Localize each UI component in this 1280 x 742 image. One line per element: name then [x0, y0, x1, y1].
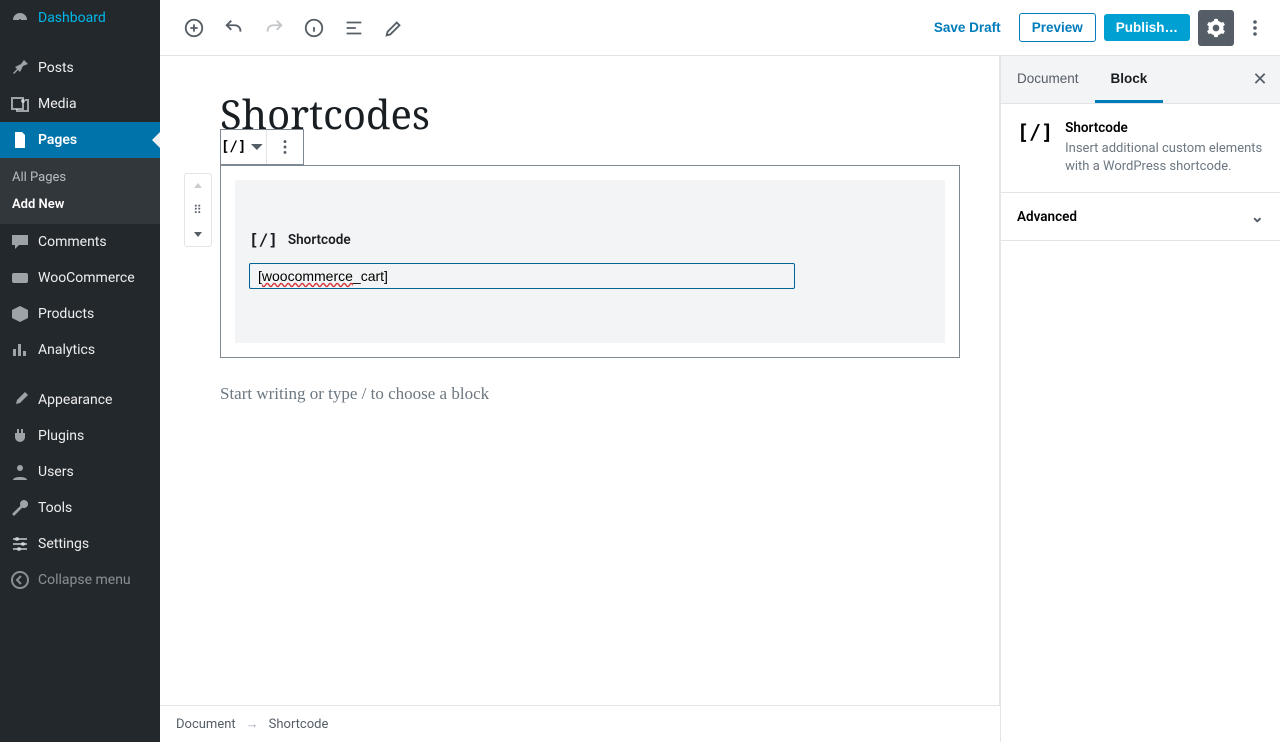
block-card-title: Shortcode — [1065, 120, 1264, 136]
sidebar-item-label: WooCommerce — [38, 270, 135, 286]
sidebar-item-appearance[interactable]: Appearance — [0, 382, 160, 418]
outline-button[interactable] — [336, 10, 372, 46]
sidebar-item-settings[interactable]: Settings — [0, 526, 160, 562]
sidebar-item-tools[interactable]: Tools — [0, 490, 160, 526]
sidebar-item-label: Comments — [38, 234, 107, 250]
sidebar-item-woocommerce[interactable]: WooCommerce — [0, 260, 160, 296]
sidebar-item-label: Appearance — [38, 392, 112, 408]
sidebar-item-plugins[interactable]: Plugins — [0, 418, 160, 454]
tab-block[interactable]: Block — [1095, 56, 1164, 103]
editor-topbar: Save Draft Preview Publish… — [160, 0, 1280, 56]
dashboard-icon — [10, 8, 30, 28]
wrench-icon — [10, 498, 30, 518]
block-card: [/] Shortcode Insert additional custom e… — [1001, 104, 1280, 193]
block-mover: ⠿ — [184, 173, 212, 247]
sidebar-item-pages[interactable]: Pages — [0, 122, 160, 158]
editor-canvas[interactable]: Shortcodes ⠿ [/] — [160, 56, 1000, 705]
more-menu-button[interactable] — [1242, 10, 1268, 46]
sidebar-item-posts[interactable]: Posts — [0, 50, 160, 86]
sidebar-item-label: Pages — [38, 132, 77, 148]
sidebar-item-label: Plugins — [38, 428, 84, 444]
chevron-down-icon: ⌄ — [1251, 207, 1264, 226]
settings-toggle-button[interactable] — [1198, 10, 1234, 46]
submenu-all-pages[interactable]: All Pages — [0, 164, 160, 191]
collapse-icon — [10, 570, 30, 590]
settings-inspector: Document Block ✕ [/] Shortcode Insert ad… — [1000, 56, 1280, 742]
admin-sidebar: Dashboard Posts Media Pages All Pages Ad… — [0, 0, 160, 742]
chevron-right-icon: → — [246, 716, 259, 732]
brush-icon — [10, 390, 30, 410]
shortcode-block[interactable]: [/] Shortcode [woocommerce_cart] — [220, 165, 960, 358]
media-icon — [10, 94, 30, 114]
info-button[interactable] — [296, 10, 332, 46]
move-down-button[interactable] — [185, 222, 211, 246]
preview-button[interactable]: Preview — [1019, 13, 1096, 42]
sidebar-item-label: Posts — [38, 60, 74, 76]
breadcrumb-leaf[interactable]: Shortcode — [269, 717, 329, 732]
user-icon — [10, 462, 30, 482]
woocommerce-icon — [10, 268, 30, 288]
submenu-add-new[interactable]: Add New — [0, 191, 160, 218]
close-inspector-button[interactable]: ✕ — [1240, 56, 1280, 103]
breadcrumb-root[interactable]: Document — [176, 717, 236, 732]
analytics-icon — [10, 340, 30, 360]
block-toolbar: [/] — [220, 129, 304, 165]
sidebar-item-users[interactable]: Users — [0, 454, 160, 490]
advanced-panel-toggle[interactable]: Advanced ⌄ — [1001, 193, 1280, 241]
sidebar-collapse[interactable]: Collapse menu — [0, 562, 160, 598]
save-draft-button[interactable]: Save Draft — [924, 14, 1011, 41]
sidebar-item-dashboard[interactable]: Dashboard — [0, 0, 160, 36]
plug-icon — [10, 426, 30, 446]
shortcode-icon: [/] — [249, 230, 278, 249]
sidebar-item-label: Tools — [38, 500, 72, 516]
shortcode-input[interactable]: [woocommerce_cart] — [249, 263, 795, 289]
block-more-button[interactable] — [267, 130, 303, 164]
sidebar-item-label: Settings — [38, 536, 89, 552]
comments-icon — [10, 232, 30, 252]
redo-button[interactable] — [256, 10, 292, 46]
sidebar-item-comments[interactable]: Comments — [0, 224, 160, 260]
sidebar-item-products[interactable]: Products — [0, 296, 160, 332]
sidebar-item-media[interactable]: Media — [0, 86, 160, 122]
undo-button[interactable] — [216, 10, 252, 46]
sidebar-item-label: Media — [38, 96, 77, 112]
sidebar-item-label: Users — [38, 464, 74, 480]
pin-icon — [10, 58, 30, 78]
products-icon — [10, 304, 30, 324]
block-appender[interactable]: Start writing or type / to choose a bloc… — [220, 384, 960, 404]
tab-document[interactable]: Document — [1001, 56, 1095, 103]
block-breadcrumb: Document → Shortcode — [160, 705, 1000, 742]
sidebar-item-analytics[interactable]: Analytics — [0, 332, 160, 368]
shortcode-icon: [/] — [1017, 122, 1053, 176]
editor-main: Save Draft Preview Publish… Shortcodes ⠿ — [160, 0, 1280, 742]
sidebar-item-label: Collapse menu — [38, 572, 131, 588]
sidebar-item-label: Products — [38, 306, 94, 322]
drag-handle[interactable]: ⠿ — [185, 198, 211, 222]
sliders-icon — [10, 534, 30, 554]
shortcode-block-label: Shortcode — [288, 232, 351, 248]
publish-button[interactable]: Publish… — [1104, 14, 1190, 41]
sidebar-item-label: Dashboard — [38, 10, 106, 26]
sidebar-item-label: Analytics — [38, 342, 95, 358]
move-up-button[interactable] — [185, 174, 211, 198]
advanced-label: Advanced — [1017, 209, 1077, 225]
pages-icon — [10, 130, 30, 150]
block-switcher-button[interactable]: [/] — [221, 130, 267, 164]
inserter-button[interactable] — [176, 10, 212, 46]
page-title[interactable]: Shortcodes — [220, 86, 960, 141]
edit-mode-button[interactable] — [376, 10, 412, 46]
block-card-desc: Insert additional custom elements with a… — [1065, 140, 1264, 176]
sidebar-submenu-pages: All Pages Add New — [0, 158, 160, 224]
